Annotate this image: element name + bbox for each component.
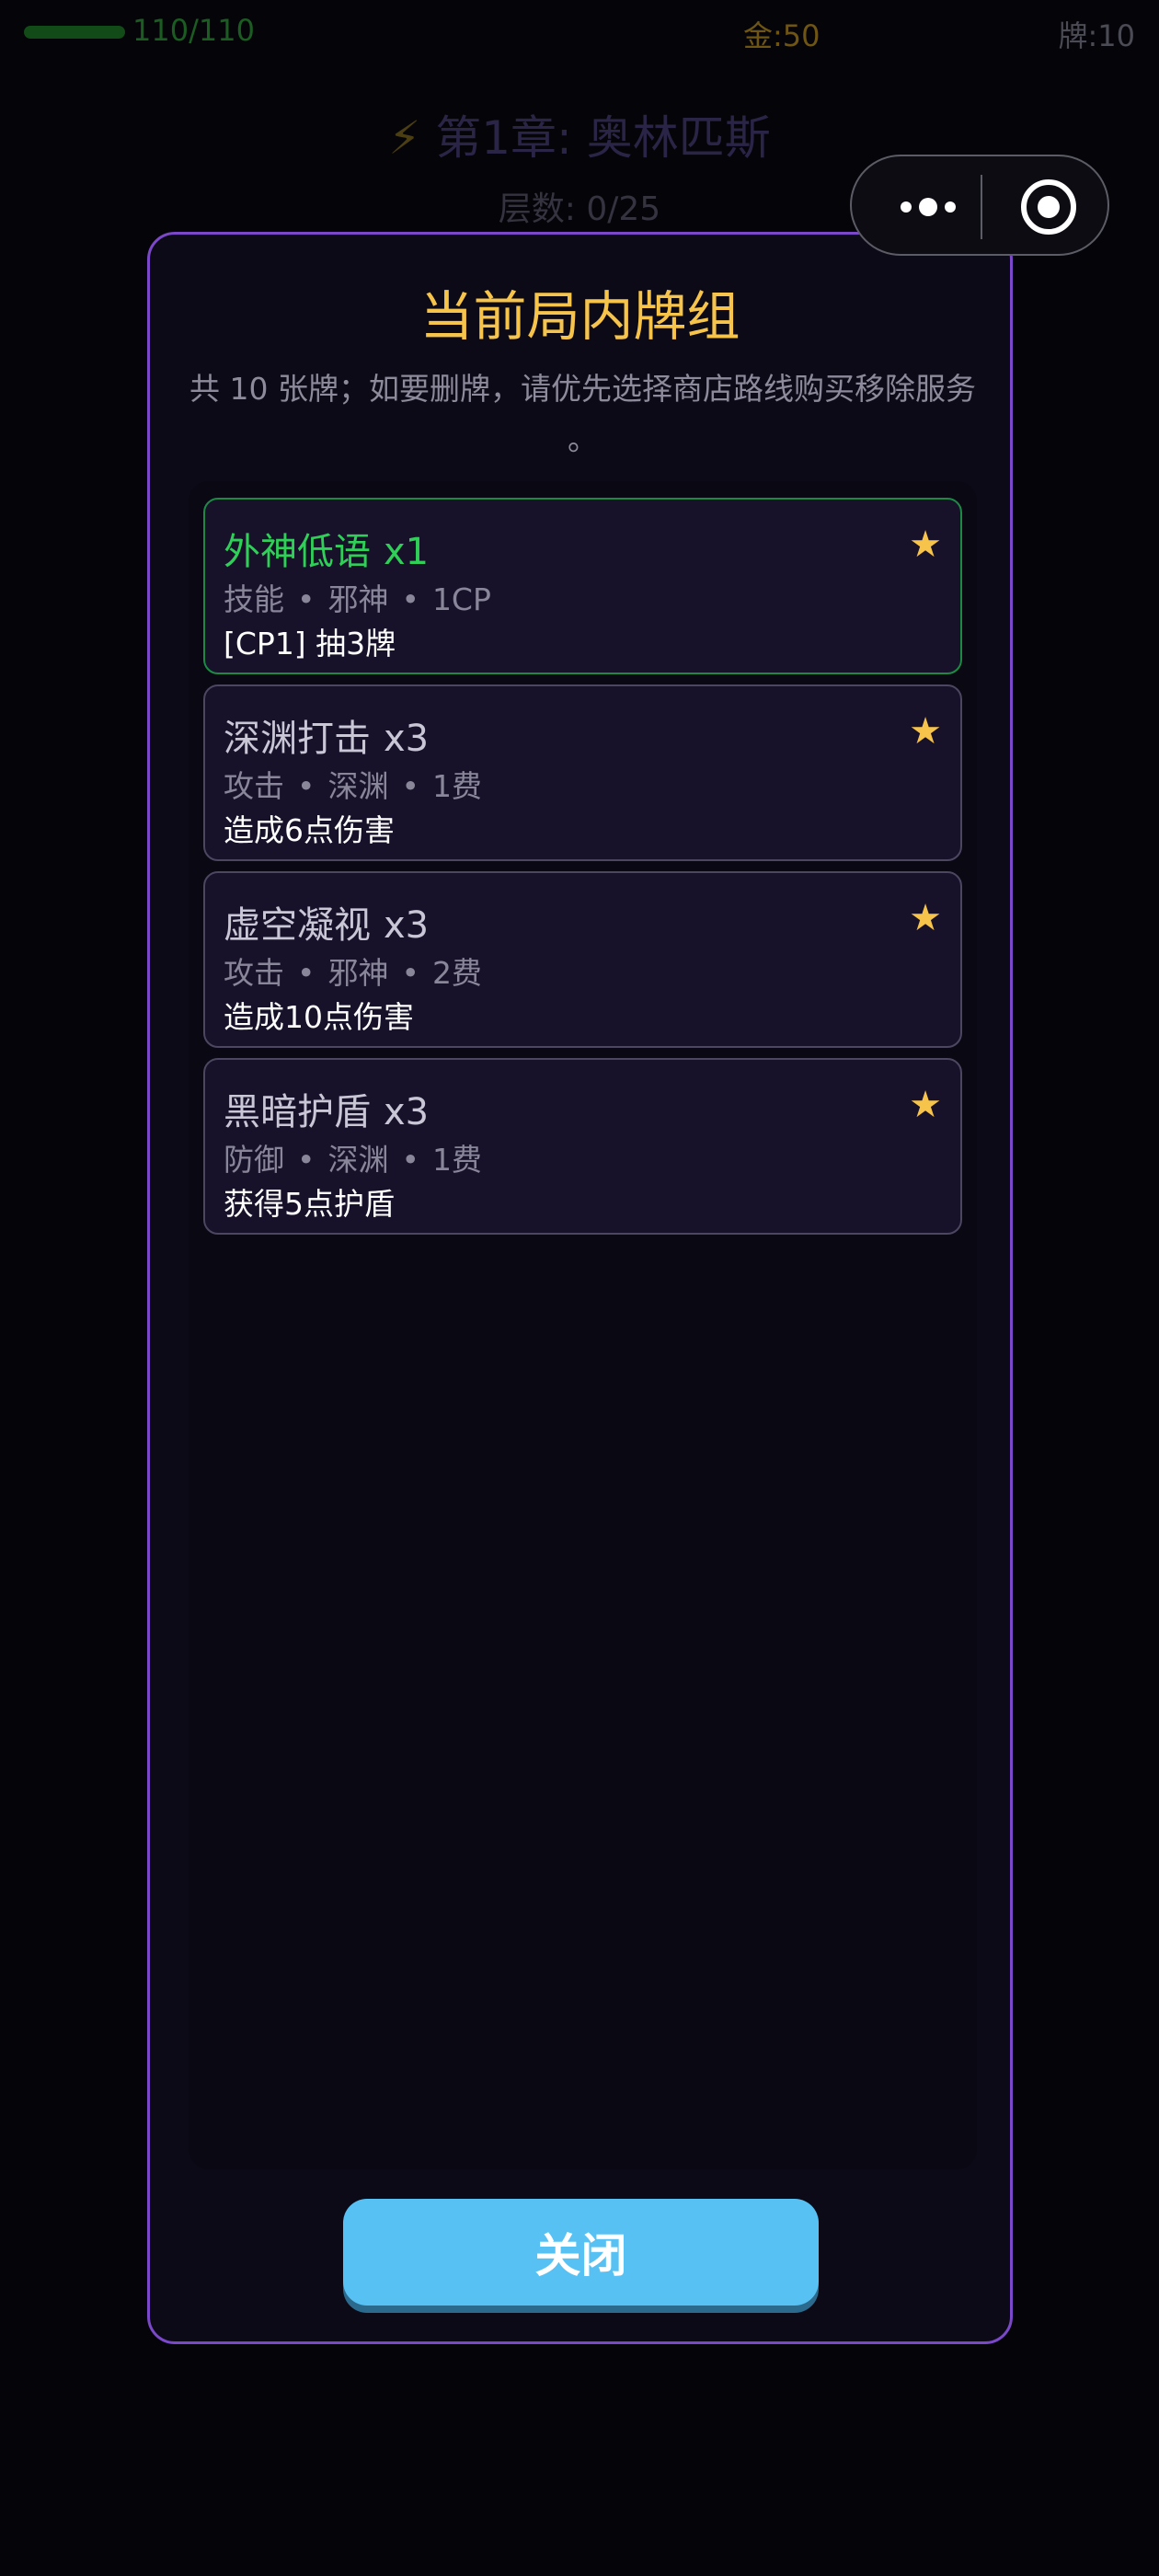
card-faction: 邪神: [327, 581, 389, 617]
mini-program-capsule: [850, 155, 1109, 256]
hp-text: 110/110: [132, 13, 255, 48]
card-type: 攻击: [224, 955, 284, 991]
star-icon[interactable]: ★: [909, 897, 942, 939]
card-cost: 1费: [431, 768, 482, 804]
deck-modal: 当前局内牌组 共 10 张牌；如要删牌，请优先选择商店路线购买移除服务 。 外神…: [147, 232, 1013, 2344]
meta-separator: •: [297, 1142, 316, 1178]
card-meta: 攻击 • 邪神 • 2费: [224, 949, 482, 993]
card-faction: 深渊: [327, 1142, 389, 1178]
meta-separator: •: [401, 1142, 419, 1178]
card-description: [CP1] 抽3牌: [224, 626, 396, 661]
card-count: x3: [384, 718, 430, 760]
meta-separator: •: [297, 955, 316, 991]
card-count: x1: [384, 531, 430, 573]
card-name-text: 虚空凝视: [224, 904, 371, 947]
card-faction: 深渊: [327, 768, 389, 804]
card-type: 技能: [224, 581, 284, 617]
card-meta: 防御 • 深渊 • 1费: [224, 1135, 482, 1179]
meta-separator: •: [401, 768, 419, 804]
deck-card[interactable]: 深渊打击 x3 攻击 • 深渊 • 1费 造成6点伤害 ★: [203, 684, 962, 861]
game-screen: 110/110 金:50 牌:10 ⚡ 第1章: 奥林匹斯 层数: 0/25 当…: [0, 0, 1159, 2576]
more-dots-icon[interactable]: [887, 189, 970, 225]
card-description: 获得5点护盾: [224, 1186, 395, 1222]
hp-bar: [24, 26, 125, 39]
card-cost: 1费: [431, 1142, 482, 1178]
card-meta: 技能 • 邪神 • 1CP: [224, 575, 491, 619]
card-description: 造成10点伤害: [224, 999, 414, 1035]
top-hud: 110/110 金:50 牌:10: [0, 0, 1159, 74]
card-counter: 牌:10: [1058, 18, 1135, 53]
star-icon[interactable]: ★: [909, 1084, 942, 1126]
card-description: 造成6点伤害: [224, 812, 395, 848]
card-name-text: 黑暗护盾: [224, 1091, 371, 1133]
card-type: 防御: [224, 1142, 284, 1178]
close-button[interactable]: 关闭: [343, 2199, 819, 2306]
card-meta: 攻击 • 深渊 • 1费: [224, 762, 482, 806]
card-name: 虚空凝视 x3: [224, 895, 429, 949]
meta-separator: •: [401, 955, 419, 991]
chapter-title-text: 第1章: 奥林匹斯: [435, 111, 771, 165]
card-list: 外神低语 x1 技能 • 邪神 • 1CP [CP1] 抽3牌 ★ 深渊打击 x3 攻击 • 深渊 • 1费造…: [203, 498, 962, 1245]
card-name-text: 外神低语: [224, 531, 371, 573]
card-cost: 1CP: [431, 581, 491, 617]
meta-separator: •: [297, 768, 316, 804]
meta-separator: •: [401, 581, 419, 617]
star-icon[interactable]: ★: [909, 523, 942, 566]
card-name: 黑暗护盾 x3: [224, 1082, 429, 1135]
capsule-divider: [981, 175, 982, 239]
card-cost: 2费: [431, 955, 482, 991]
card-type: 攻击: [224, 768, 284, 804]
deck-list-area[interactable]: 外神低语 x1 技能 • 邪神 • 1CP [CP1] 抽3牌 ★ 深渊打击 x3 攻击 • 深渊 • 1费造…: [189, 481, 977, 2169]
modal-title: 当前局内牌组: [419, 285, 740, 348]
meta-separator: •: [297, 581, 316, 617]
deck-card[interactable]: 黑暗护盾 x3 防御 • 深渊 • 1费 获得5点护盾 ★: [203, 1058, 962, 1235]
card-faction: 邪神: [327, 955, 389, 991]
modal-subtitle: 共 10 张牌；如要删牌，请优先选择商店路线购买移除服务 。: [189, 371, 976, 457]
card-name: 深渊打击 x3: [224, 708, 429, 762]
card-name: 外神低语 x1: [224, 522, 429, 575]
card-count: x3: [384, 1091, 430, 1133]
lightning-icon: ⚡: [388, 111, 421, 165]
target-circle-icon[interactable]: [1021, 179, 1076, 235]
deck-card[interactable]: 虚空凝视 x3 攻击 • 邪神 • 2费 造成10点伤害 ★: [203, 871, 962, 1048]
star-icon[interactable]: ★: [909, 710, 942, 753]
card-count: x3: [384, 904, 430, 947]
card-name-text: 深渊打击: [224, 718, 371, 760]
deck-card[interactable]: 外神低语 x1 技能 • 邪神 • 1CP [CP1] 抽3牌 ★: [203, 498, 962, 674]
gold-counter: 金:50: [743, 18, 820, 53]
